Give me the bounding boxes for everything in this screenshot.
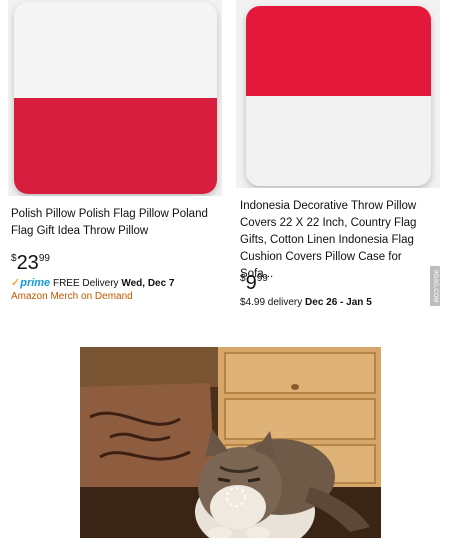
price-whole: 23 [16,252,39,274]
delivery-date: Wed, Dec 7 [121,278,175,289]
meme-image-confused-cat [80,347,381,538]
price-cents: 99 [38,253,50,264]
delivery-info: $4.99 delivery Dec 26 - Jan 5 [240,296,372,310]
prime-check-icon: ✓ [11,277,21,289]
product-price: $999 [240,268,268,294]
indonesia-flag-pillow [246,6,431,186]
product-title[interactable]: Indonesia Decorative Throw Pillow Covers… [240,198,436,283]
polish-flag-pillow [14,2,217,194]
product-image-polish-pillow[interactable] [8,0,222,196]
seller-link[interactable]: Amazon Merch on Demand [11,291,133,302]
delivery-prefix: $4.99 delivery [240,297,306,308]
product-title[interactable]: Polish Pillow Polish Flag Pillow Poland … [11,206,211,240]
flag-white-band [246,96,431,186]
delivery-info: ✓prime FREE Delivery Wed, Dec 7 [11,276,175,291]
watermark: 9GAG.COM [430,266,440,306]
price-whole: 9 [245,272,257,294]
meme-photo [80,347,381,538]
delivery-date: Dec 26 - Jan 5 [305,297,372,308]
prime-badge: ✓prime [11,277,50,289]
delivery-prefix: FREE Delivery [52,278,122,289]
price-cents: 99 [256,273,268,284]
flag-white-band [14,2,217,98]
flag-red-band [246,6,431,96]
prime-label: prime [20,277,51,289]
flag-red-band [14,98,217,194]
product-price: $2399 [11,248,50,274]
product-image-indonesia-pillow[interactable] [236,0,440,188]
